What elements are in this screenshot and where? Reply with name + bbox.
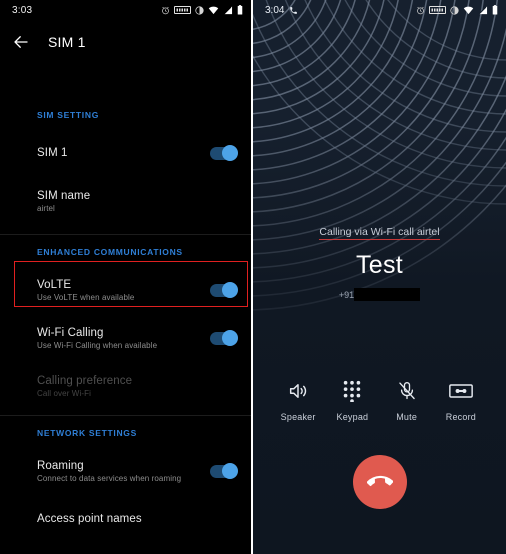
status-bar: 3:03 (0, 0, 251, 20)
contact-name: Test (355, 251, 404, 279)
speaker-button[interactable]: Speaker (271, 378, 325, 422)
row-subtitle-roaming: Connect to data services when roaming (37, 473, 182, 483)
dnd-icon (195, 5, 204, 15)
in-call-screen: 3:04 Calling via Wi-Fi call airtel Test … (253, 0, 506, 554)
phone-in-call-icon (290, 6, 298, 14)
end-call-area (253, 455, 506, 509)
row-title-sim-name: SIM name (37, 189, 91, 202)
keypad-button[interactable]: Keypad (325, 378, 379, 422)
wifi-icon (208, 6, 219, 14)
alarm-icon (162, 6, 169, 14)
call-status-bar-icons (416, 5, 498, 15)
row-title: SIM 1 (37, 147, 68, 159)
call-status-left: 3:04 (265, 5, 298, 16)
keypad-icon (325, 378, 379, 404)
mute-label: Mute (396, 412, 418, 422)
row-title-access-point-names: Access point names (37, 513, 142, 525)
row-subtitle-wifi-calling: Use Wi-Fi Calling when available (37, 340, 158, 350)
vowifi-badge-icon (429, 6, 446, 14)
settings-list[interactable]: SIM SETTING SIM 1 SIM name airtel ENHANC… (0, 64, 251, 554)
battery-icon (237, 5, 243, 15)
wifi-calling-toggle[interactable] (210, 329, 238, 346)
calling-via-label: Calling via Wi-Fi call airtel (319, 226, 440, 240)
end-call-icon (366, 475, 393, 487)
speaker-icon (271, 378, 325, 404)
row-access-point-names[interactable]: Access point names (0, 504, 251, 534)
wifi-icon (463, 6, 474, 14)
status-bar-clock: 3:03 (12, 4, 33, 16)
row-subtitle-calling-preference: Call over Wi-Fi (37, 388, 91, 398)
row-sim-name[interactable]: SIM name airtel (0, 186, 251, 216)
section-header-sim-setting: SIM SETTING (37, 110, 100, 120)
mute-button[interactable]: Mute (380, 378, 434, 422)
phone-number-line: +91 (253, 288, 506, 301)
keypad-label: Keypad (336, 412, 369, 422)
record-button[interactable]: Record (434, 378, 488, 422)
page-title: SIM 1 (48, 34, 86, 50)
record-label: Record (445, 412, 476, 422)
call-controls: Speaker Keypad Mute Record (253, 378, 506, 422)
call-status-clock: 3:04 (265, 4, 285, 16)
status-bar-icons (161, 5, 243, 15)
row-calling-preference: Calling preference Call over Wi-Fi (0, 371, 251, 401)
dnd-icon (450, 5, 459, 15)
row-title-calling-preference: Calling preference (37, 374, 133, 387)
battery-icon (492, 5, 498, 15)
speaker-label: Speaker (280, 412, 316, 422)
end-call-button[interactable] (352, 455, 407, 509)
row-subtitle-sim-name: airtel (37, 203, 55, 213)
record-cassette-icon (434, 378, 488, 404)
row-sim-1[interactable]: SIM 1 (0, 138, 251, 168)
section-header-enhanced-communications: ENHANCED COMMUNICATIONS (37, 247, 183, 257)
row-title-volte: VoLTE (37, 278, 72, 291)
signal-icon (223, 5, 233, 14)
row-volte[interactable]: VoLTE Use VoLTE when available (0, 275, 251, 305)
phone-number-prefix: +91 (338, 289, 355, 300)
sim-settings-screen: 3:03 SIM 1 SIM SETTING SIM 1 SIM name ai… (0, 0, 253, 554)
row-title-roaming: Roaming (37, 459, 84, 472)
signal-icon (478, 5, 488, 14)
back-arrow-icon[interactable] (12, 33, 30, 51)
row-wifi-calling[interactable]: Wi-Fi Calling Use Wi-Fi Calling when ava… (0, 323, 251, 353)
vowifi-badge-icon (174, 6, 191, 14)
roaming-toggle[interactable] (210, 462, 238, 479)
alarm-icon (417, 6, 424, 14)
call-status-bar: 3:04 (253, 0, 506, 20)
section-header-network-settings: NETWORK SETTINGS (37, 428, 137, 438)
call-info-block: Calling via Wi-Fi call airtel Test +91 (253, 222, 506, 301)
sim-1-toggle[interactable] (210, 144, 238, 161)
row-subtitle-volte: Use VoLTE when available (37, 292, 135, 302)
dual-screenshot-container: 3:03 SIM 1 SIM SETTING SIM 1 SIM name ai… (0, 0, 506, 554)
volte-toggle[interactable] (210, 281, 238, 298)
row-roaming[interactable]: Roaming Connect to data services when ro… (0, 456, 251, 486)
app-bar: SIM 1 (0, 20, 251, 64)
mute-mic-icon (380, 378, 434, 404)
row-title-wifi-calling: Wi-Fi Calling (37, 326, 104, 339)
phone-number-redaction-bar (354, 288, 421, 301)
